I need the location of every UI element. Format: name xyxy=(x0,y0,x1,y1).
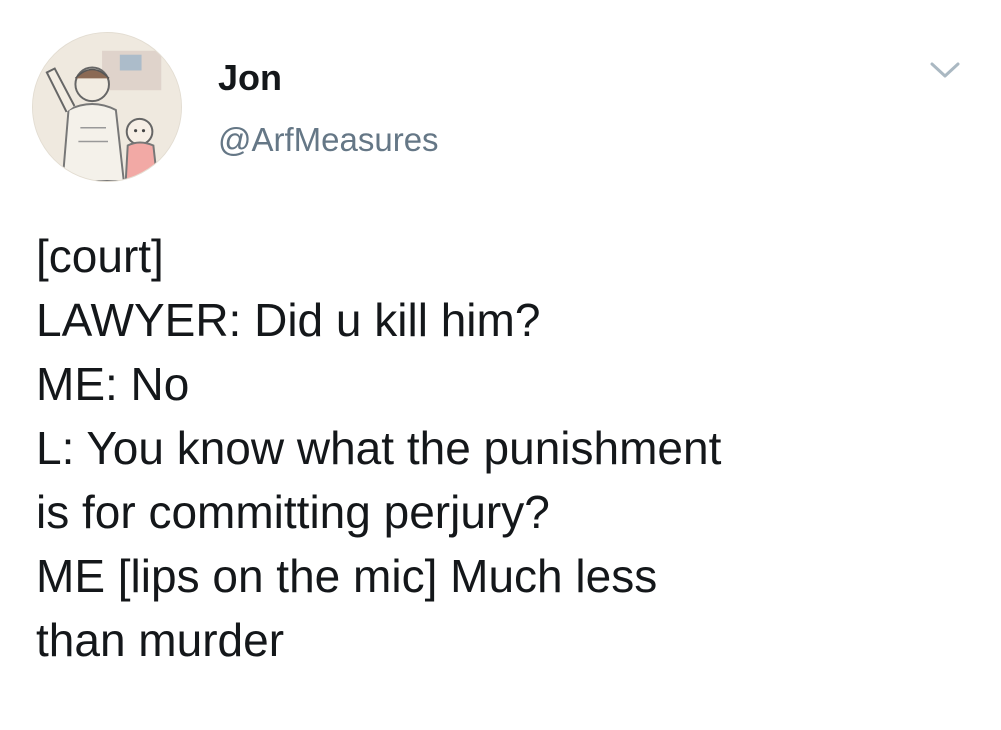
tweet-text: [court] LAWYER: Did u kill him? ME: No L… xyxy=(36,224,976,672)
tweet-menu-button[interactable] xyxy=(928,58,962,82)
tweet-line: LAWYER: Did u kill him? xyxy=(36,294,541,346)
avatar[interactable] xyxy=(32,32,182,182)
tweet-card: Jon @ArfMeasures [court] LAWYER: Did u k… xyxy=(0,0,1001,730)
tweet-line: L: You know what the punishment xyxy=(36,422,722,474)
tweet-line: is for committing perjury? xyxy=(36,486,550,538)
tweet-line: ME [lips on the mic] Much less xyxy=(36,550,658,602)
display-name[interactable]: Jon xyxy=(218,58,282,98)
cartoon-avatar-icon xyxy=(33,33,181,181)
chevron-down-icon xyxy=(930,62,960,78)
tweet-line: ME: No xyxy=(36,358,190,410)
tweet-line: [court] xyxy=(36,230,164,282)
user-handle[interactable]: @ArfMeasures xyxy=(218,121,439,158)
tweet-line: than murder xyxy=(36,614,285,666)
